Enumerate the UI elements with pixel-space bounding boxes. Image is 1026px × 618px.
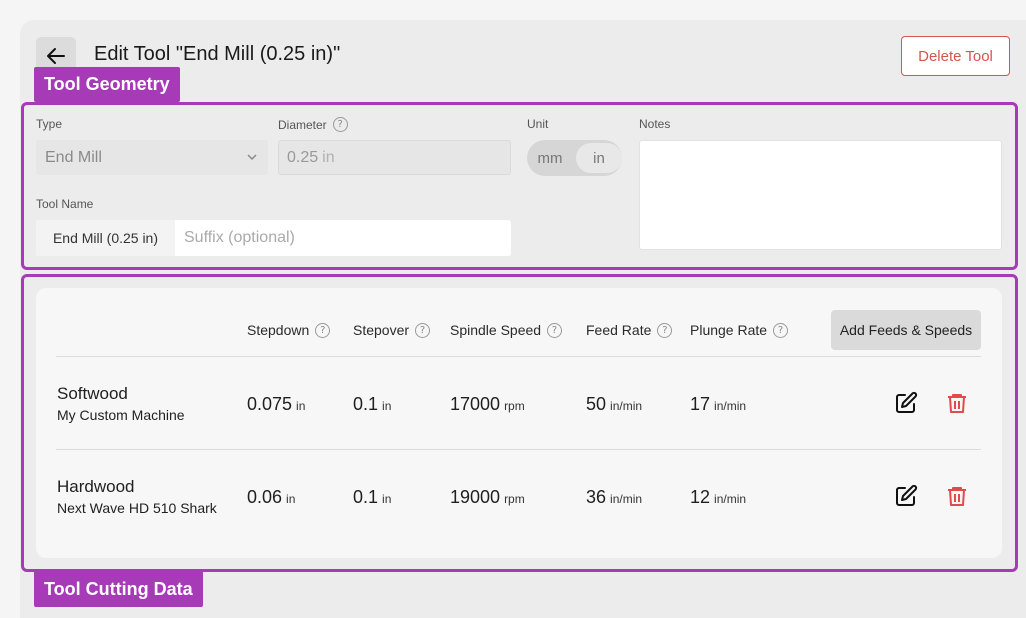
delete-tool-button[interactable]: Delete Tool bbox=[901, 36, 1010, 76]
divider bbox=[56, 449, 981, 450]
divider bbox=[56, 356, 981, 357]
suffix-input[interactable] bbox=[175, 220, 511, 256]
cell-feed-rate: 36 in/min bbox=[586, 487, 643, 507]
unit-label: Unit bbox=[527, 117, 549, 131]
add-feeds-speeds-button[interactable]: Add Feeds & Speeds bbox=[831, 310, 981, 350]
unit-option-mm[interactable]: mm bbox=[527, 143, 573, 173]
row-machine: My Custom Machine bbox=[57, 407, 185, 423]
trash-icon[interactable] bbox=[945, 484, 969, 508]
cell-spindle-speed: 19000 rpm bbox=[450, 487, 525, 507]
diameter-value: 0.25 bbox=[287, 148, 319, 166]
unit-toggle[interactable]: mm in bbox=[527, 140, 622, 176]
cell-stepover: 0.1 in bbox=[353, 487, 392, 507]
tool-name-prefix: End Mill (0.25 in) bbox=[36, 220, 175, 256]
header-feed-rate: Feed Rate ? bbox=[586, 322, 673, 338]
diameter-input[interactable]: 0.25 in bbox=[278, 140, 511, 175]
tool-cutting-data-tag: Tool Cutting Data bbox=[34, 571, 203, 607]
notes-label: Notes bbox=[639, 117, 671, 131]
cell-spindle-speed: 17000 rpm bbox=[450, 394, 525, 414]
help-icon[interactable]: ? bbox=[547, 322, 563, 338]
header-stepover: Stepover ? bbox=[353, 322, 431, 338]
diameter-label: Diameter ? bbox=[278, 117, 348, 132]
tool-name-label: Tool Name bbox=[36, 197, 94, 211]
arrow-left-icon bbox=[47, 48, 65, 64]
type-label: Type bbox=[36, 117, 63, 131]
edit-icon[interactable] bbox=[894, 484, 918, 508]
row-material: Hardwood bbox=[57, 477, 135, 496]
header-spindle-speed: Spindle Speed ? bbox=[450, 322, 563, 338]
page-title: Edit Tool "End Mill (0.25 in)" bbox=[94, 43, 341, 65]
help-icon[interactable]: ? bbox=[773, 322, 789, 338]
help-icon[interactable]: ? bbox=[315, 322, 331, 338]
help-icon[interactable]: ? bbox=[415, 322, 431, 338]
type-select[interactable]: End Mill bbox=[36, 140, 268, 175]
cell-stepover: 0.1 in bbox=[353, 394, 392, 414]
edit-icon[interactable] bbox=[894, 391, 918, 415]
unit-option-in[interactable]: in bbox=[576, 143, 622, 173]
cell-stepdown: 0.075 in bbox=[247, 394, 306, 414]
chevron-down-icon bbox=[247, 154, 257, 161]
cell-plunge-rate: 17 in/min bbox=[690, 394, 747, 414]
trash-icon[interactable] bbox=[945, 391, 969, 415]
type-value: End Mill bbox=[45, 148, 102, 166]
help-icon[interactable]: ? bbox=[657, 322, 673, 338]
tool-geometry-tag: Tool Geometry bbox=[34, 67, 180, 102]
diameter-unit: in bbox=[322, 148, 335, 166]
help-icon[interactable]: ? bbox=[332, 117, 348, 132]
header-stepdown: Stepdown ? bbox=[247, 322, 331, 338]
cell-stepdown: 0.06 in bbox=[247, 487, 296, 507]
tool-name-field: End Mill (0.25 in) bbox=[36, 220, 511, 256]
row-machine: Next Wave HD 510 Shark bbox=[57, 500, 217, 516]
cell-plunge-rate: 12 in/min bbox=[690, 487, 747, 507]
row-material: Softwood bbox=[57, 384, 128, 403]
notes-textarea[interactable] bbox=[639, 140, 1002, 250]
header-plunge-rate: Plunge Rate ? bbox=[690, 322, 789, 338]
cell-feed-rate: 50 in/min bbox=[586, 394, 643, 414]
